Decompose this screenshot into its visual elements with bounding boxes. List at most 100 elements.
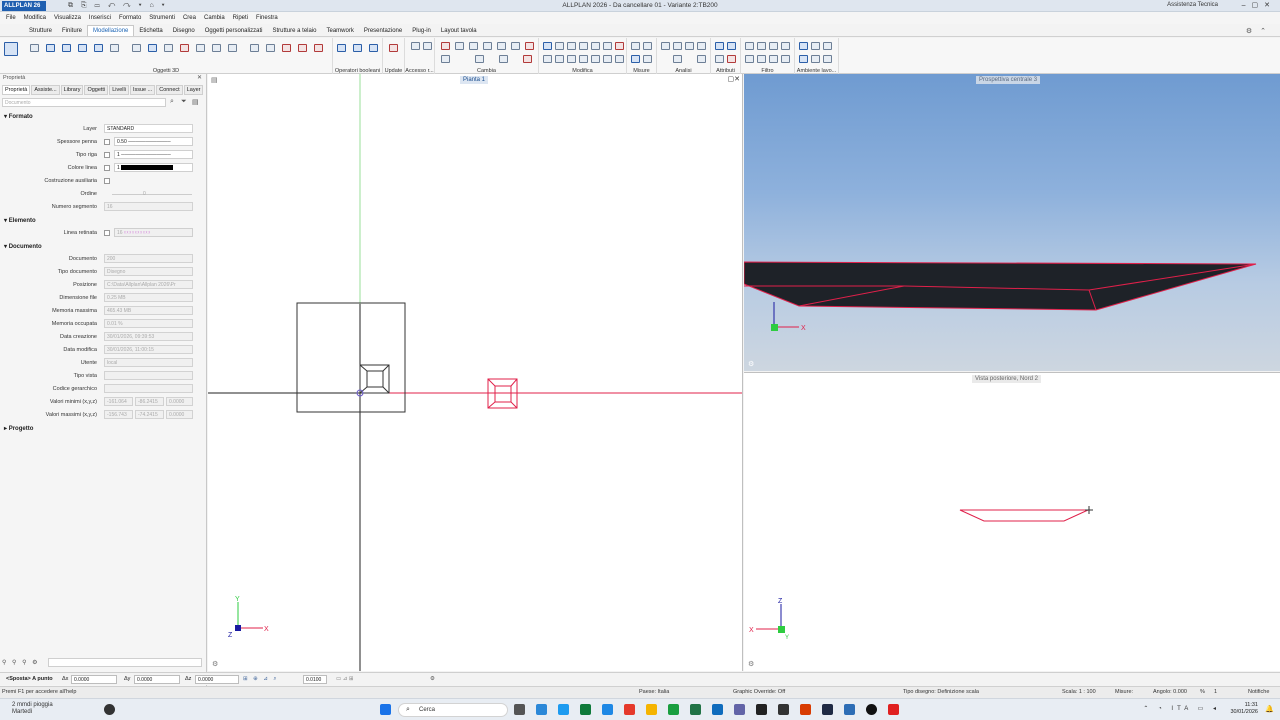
union-icon[interactable] [337, 44, 346, 52]
section-elemento[interactable]: ▾ Elemento [0, 214, 206, 227]
offset-icon[interactable] [567, 55, 576, 63]
split-icon[interactable] [250, 44, 259, 52]
close-icon[interactable]: ✕ [1264, 2, 1276, 9]
filter-icon[interactable] [745, 42, 754, 50]
analysis4-icon[interactable] [697, 42, 706, 50]
object-selector[interactable]: Documento [2, 98, 166, 107]
workspace3-icon[interactable] [823, 42, 832, 50]
home-icon[interactable] [523, 55, 532, 63]
dx-input[interactable]: 0.0000 [71, 675, 117, 684]
cut-icon[interactable] [266, 44, 275, 52]
dz-input[interactable]: 0.0000 [195, 675, 239, 684]
filter7-icon[interactable] [769, 55, 778, 63]
pen-icon[interactable] [441, 42, 450, 50]
explorer-icon[interactable] [646, 704, 657, 715]
network-icon[interactable]: ▭ [1198, 706, 1208, 712]
pointer-icon[interactable] [799, 55, 808, 63]
subtract-icon[interactable] [353, 44, 362, 52]
window-controls[interactable]: –▢✕ [1242, 1, 1276, 9]
line-color-checkbox[interactable] [104, 165, 110, 171]
close-palette-icon[interactable]: ✕ [197, 74, 202, 81]
tab-finiture[interactable]: Finiture [57, 26, 87, 36]
status-angle[interactable]: Angolo: 0.000 [1153, 689, 1187, 695]
status-notifications[interactable]: Notifiche [1248, 689, 1269, 695]
line-type-checkbox[interactable] [104, 152, 110, 158]
intersect-icon[interactable] [369, 44, 378, 52]
section-documento[interactable]: ▾ Documento [0, 240, 206, 253]
menu-finestra[interactable]: Finestra [256, 15, 278, 21]
distance-icon[interactable] [631, 55, 640, 63]
shell-icon[interactable] [196, 44, 205, 52]
menu-modifica[interactable]: Modifica [24, 15, 46, 21]
match-icon[interactable] [525, 42, 534, 50]
extrude-icon[interactable] [132, 44, 141, 52]
measure-icon[interactable] [631, 42, 640, 50]
filter5-icon[interactable] [745, 55, 754, 63]
tab-etichetta[interactable]: Etichetta [134, 26, 167, 36]
chevron-up-icon[interactable]: ⌃ [1143, 706, 1152, 712]
app2-icon[interactable] [668, 704, 679, 715]
tab-disegno[interactable]: Disegno [168, 26, 200, 36]
sweep-icon[interactable] [164, 44, 173, 52]
tab-issue[interactable]: Issue ... [129, 85, 156, 95]
tab-teamwork[interactable]: Teamwork [322, 26, 359, 36]
aux-checkbox[interactable] [104, 178, 110, 184]
attribute-set-icon[interactable] [727, 42, 736, 50]
track-tools[interactable]: ▭ ⊿ ⊞ [336, 676, 353, 682]
angle-icon[interactable] [643, 55, 652, 63]
taskbar-search[interactable]: ⌕ Cerca [398, 703, 508, 717]
attribute-delete-icon[interactable] [727, 55, 736, 63]
section-profile[interactable] [959, 509, 1089, 522]
update-icon[interactable] [389, 44, 398, 52]
convert-icon[interactable] [282, 44, 291, 52]
chrome-icon[interactable] [624, 704, 635, 715]
view-type-select[interactable] [104, 371, 193, 380]
status-percent-value[interactable]: 1 [1214, 689, 1217, 695]
refresh-icon[interactable] [499, 55, 508, 63]
teams-icon[interactable] [734, 704, 745, 715]
allplan-icon[interactable] [822, 704, 833, 715]
revolve-icon[interactable] [180, 44, 189, 52]
workspace-icon[interactable] [799, 42, 808, 50]
delete-icon[interactable] [615, 42, 624, 50]
filter6-icon[interactable] [757, 55, 766, 63]
pen-select[interactable]: 0.50 ──────────── [114, 137, 193, 146]
skype-icon[interactable] [558, 704, 569, 715]
surface-icon[interactable] [46, 44, 55, 52]
line-3d-icon[interactable] [30, 44, 39, 52]
system-tray[interactable]: ⌃ ◔ ITA ▭ ◂ [1143, 705, 1220, 712]
analysis-icon[interactable] [661, 42, 670, 50]
palette-input[interactable] [48, 658, 202, 667]
layer-change-icon[interactable] [483, 42, 492, 50]
app3-icon[interactable] [756, 704, 767, 715]
line-type-icon[interactable] [455, 42, 464, 50]
menu-crea[interactable]: Crea [183, 15, 196, 21]
lang-label[interactable]: ITA [1171, 706, 1192, 712]
pen-checkbox[interactable] [104, 139, 110, 145]
text-icon[interactable] [615, 55, 624, 63]
menu-cambia[interactable]: Cambia [204, 15, 225, 21]
status-drawing-type[interactable]: Tipo disegno: Definizione scala [903, 689, 979, 695]
copy-icon[interactable] [555, 42, 564, 50]
viewport-perspective[interactable]: Prospettiva centrale 3 X ⚙ [744, 74, 1280, 371]
color-icon[interactable] [469, 42, 478, 50]
step-input[interactable]: 0.0100 [303, 675, 327, 684]
help-link[interactable]: Assistenza Tecnica [1167, 2, 1218, 8]
tab-oggetti[interactable]: Oggetti [84, 85, 109, 95]
tab-library[interactable]: Library [60, 85, 84, 95]
maximize-icon[interactable]: ▢ [1252, 2, 1265, 9]
tab-connect[interactable]: Connect [156, 85, 183, 95]
format-icon[interactable] [497, 42, 506, 50]
menu-visualizza[interactable]: Visualizza [54, 15, 81, 21]
analysis3-icon[interactable] [685, 42, 694, 50]
view-settings-icon[interactable]: ⚙ [748, 360, 754, 368]
view-settings-icon[interactable]: ⚙ [212, 660, 218, 668]
volume-icon[interactable]: ◂ [1213, 706, 1220, 712]
viewport-plan[interactable]: Pianta 1 ▤ ▢✕ X Y Z ⚙ [208, 74, 743, 671]
app-icon[interactable] [104, 704, 115, 715]
measure2-icon[interactable] [643, 42, 652, 50]
wifi-icon[interactable]: ◔ [1158, 706, 1166, 712]
sum-icon[interactable] [823, 55, 832, 63]
tab-livelli[interactable]: Livelli [109, 85, 129, 95]
excel-icon[interactable] [690, 704, 701, 715]
